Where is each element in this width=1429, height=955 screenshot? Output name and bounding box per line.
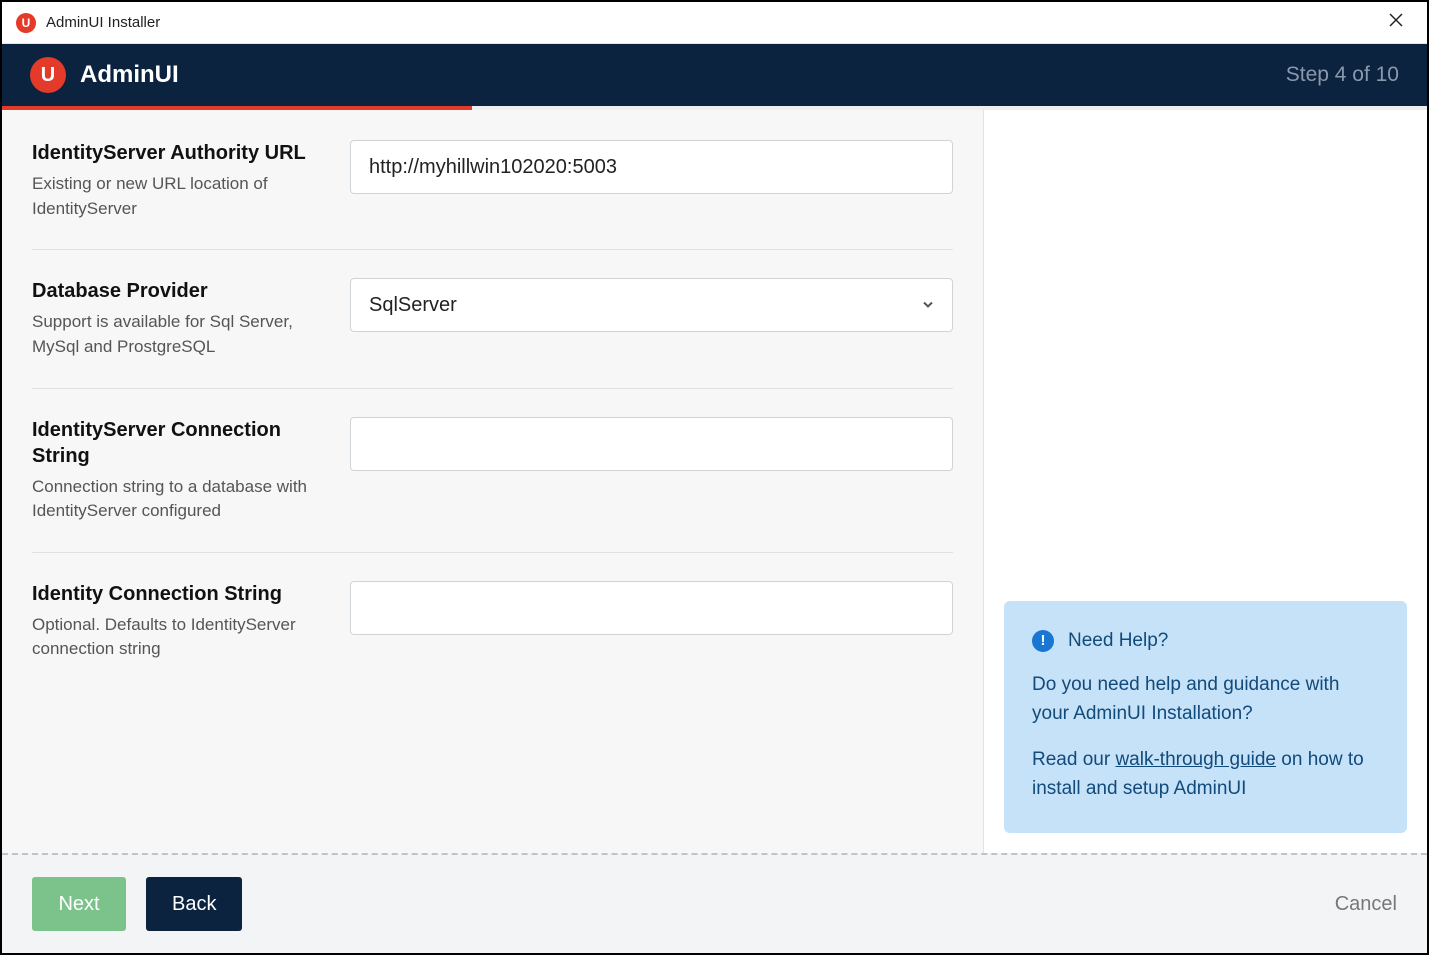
- window-title: AdminUI Installer: [46, 14, 1375, 31]
- row-database-provider: Database Provider Support is available f…: [32, 278, 953, 388]
- brand-logo-icon: U: [30, 57, 66, 93]
- authority-label: IdentityServer Authority URL: [32, 140, 322, 166]
- next-button[interactable]: Next: [32, 877, 126, 931]
- ids-conn-label: IdentityServer Connection String: [32, 417, 322, 469]
- ids-conn-desc: Connection string to a database with Ide…: [32, 475, 322, 524]
- help-body2: Read our walk-through guide on how to in…: [1032, 746, 1379, 803]
- progress-bar: [2, 106, 1427, 110]
- side-pane: ! Need Help? Do you need help and guidan…: [983, 110, 1427, 853]
- identity-conn-label: Identity Connection String: [32, 581, 322, 607]
- identity-conn-desc: Optional. Defaults to IdentityServer con…: [32, 613, 322, 662]
- step-indicator: Step 4 of 10: [1286, 63, 1399, 87]
- close-icon: [1389, 13, 1403, 32]
- info-icon: !: [1032, 630, 1054, 652]
- brand-title: AdminUI: [80, 61, 1286, 89]
- help-box: ! Need Help? Do you need help and guidan…: [1004, 601, 1407, 834]
- db-provider-value: SqlServer: [369, 294, 457, 317]
- ids-conn-input[interactable]: [350, 417, 953, 471]
- db-provider-desc: Support is available for Sql Server, MyS…: [32, 310, 322, 359]
- brand-header: U AdminUI Step 4 of 10: [2, 44, 1427, 106]
- chevron-down-icon: [922, 294, 934, 317]
- back-button[interactable]: Back: [146, 877, 242, 931]
- identity-conn-input[interactable]: [350, 581, 953, 635]
- help-title: Need Help?: [1068, 627, 1168, 656]
- app-logo-icon: U: [16, 13, 36, 33]
- db-provider-label: Database Provider: [32, 278, 322, 304]
- help-body1: Do you need help and guidance with your …: [1032, 671, 1379, 728]
- authority-desc: Existing or new URL location of Identity…: [32, 172, 322, 221]
- row-ids-connection: IdentityServer Connection String Connect…: [32, 417, 953, 553]
- db-provider-select[interactable]: SqlServer: [350, 278, 953, 332]
- authority-url-input[interactable]: [350, 140, 953, 194]
- window-titlebar: U AdminUI Installer: [2, 2, 1427, 44]
- footer-bar: Next Back Cancel: [2, 853, 1427, 953]
- form-pane: IdentityServer Authority URL Existing or…: [2, 110, 983, 853]
- row-authority-url: IdentityServer Authority URL Existing or…: [32, 140, 953, 250]
- progress-fill: [2, 106, 472, 110]
- cancel-button[interactable]: Cancel: [1335, 893, 1397, 916]
- walkthrough-link[interactable]: walk-through guide: [1115, 749, 1276, 770]
- row-identity-connection: Identity Connection String Optional. Def…: [32, 581, 953, 690]
- close-button[interactable]: [1375, 2, 1417, 44]
- main-area: IdentityServer Authority URL Existing or…: [2, 110, 1427, 853]
